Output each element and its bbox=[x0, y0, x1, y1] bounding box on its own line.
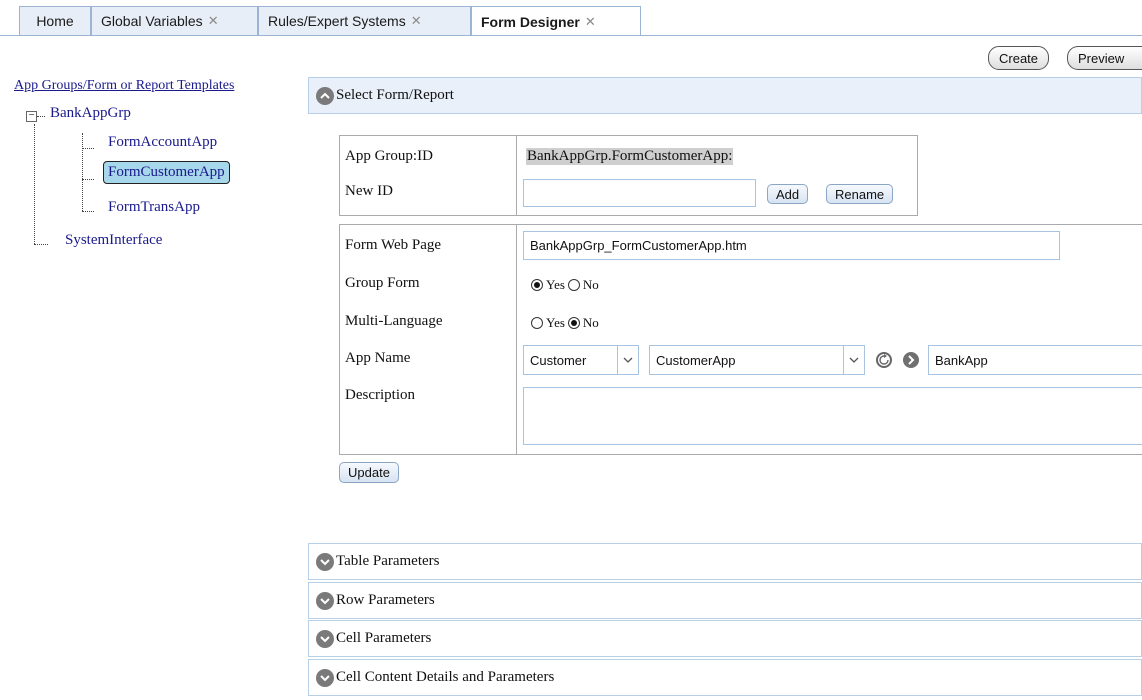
preview-button[interactable]: Preview bbox=[1067, 46, 1142, 70]
section-table-parameters[interactable]: Table Parameters bbox=[308, 543, 1142, 580]
app-group-id-label: App Group:ID bbox=[345, 148, 433, 164]
tree-connector bbox=[37, 116, 45, 117]
group-form-radio: Yes No bbox=[528, 277, 599, 293]
radio-yes-label: Yes bbox=[546, 277, 565, 292]
app-name-select-app[interactable]: CustomerApp bbox=[649, 345, 865, 375]
panel-divider bbox=[516, 135, 517, 216]
multi-language-label: Multi-Language bbox=[345, 313, 443, 329]
select-value: CustomerApp bbox=[656, 352, 736, 368]
tree-connector bbox=[82, 179, 94, 180]
chevron-down-icon bbox=[843, 346, 864, 374]
tree-node-bankappgrp[interactable]: BankAppGrp bbox=[50, 105, 131, 122]
section-title: Cell Content Details and Parameters bbox=[336, 669, 555, 685]
new-id-input[interactable] bbox=[523, 179, 756, 207]
rename-button[interactable]: Rename bbox=[826, 184, 894, 204]
radio-no[interactable] bbox=[567, 317, 580, 329]
create-button-label: Create bbox=[999, 50, 1039, 66]
app-group-id-value: BankAppGrp.FormCustomerApp: bbox=[526, 148, 734, 165]
new-id-label: New ID bbox=[345, 183, 393, 199]
add-button[interactable]: Add bbox=[767, 184, 809, 204]
tab-label: Rules/Expert Systems bbox=[268, 13, 406, 29]
chevron-down-icon bbox=[316, 629, 334, 648]
tab-label: Home bbox=[36, 13, 74, 29]
group-form-label: Group Form bbox=[345, 275, 420, 291]
tree-connector bbox=[82, 148, 94, 149]
section-row-parameters[interactable]: Row Parameters bbox=[308, 582, 1142, 619]
tree-node-formcustomerapp[interactable]: FormCustomerApp bbox=[103, 161, 230, 184]
tab-global-variables[interactable]: Global Variables ✕ bbox=[91, 6, 258, 35]
tab-rules-expert-systems[interactable]: Rules/Expert Systems ✕ bbox=[258, 6, 471, 35]
app-name-input[interactable]: BankApp bbox=[928, 345, 1142, 375]
tree-connector bbox=[34, 244, 48, 245]
chevron-up-icon bbox=[316, 86, 334, 105]
chevron-down-icon bbox=[617, 346, 638, 374]
rename-button-label: Rename bbox=[835, 186, 885, 202]
create-button[interactable]: Create bbox=[988, 46, 1050, 70]
tree-connector bbox=[34, 124, 35, 244]
section-title: Select Form/Report bbox=[336, 87, 454, 103]
tab-form-designer[interactable]: Form Designer ✕ bbox=[471, 6, 641, 36]
add-button-label: Add bbox=[776, 186, 800, 202]
section-title: Cell Parameters bbox=[336, 630, 432, 646]
close-icon[interactable]: ✕ bbox=[208, 13, 219, 29]
chevron-down-icon bbox=[316, 552, 334, 571]
chevron-down-icon bbox=[316, 668, 334, 687]
close-icon[interactable]: ✕ bbox=[585, 14, 596, 30]
tab-home[interactable]: Home bbox=[19, 6, 91, 35]
tree-node-formtransapp[interactable]: FormTransApp bbox=[108, 199, 200, 216]
panel-divider bbox=[516, 224, 517, 455]
template-tree: App Groups/Form or Report Templates − Ba… bbox=[14, 78, 304, 278]
section-select-form-header[interactable]: Select Form/Report bbox=[308, 77, 1142, 114]
radio-yes[interactable] bbox=[531, 279, 543, 291]
close-icon[interactable]: ✕ bbox=[411, 13, 422, 29]
radio-no[interactable] bbox=[567, 279, 580, 291]
tab-bar: Home Global Variables ✕ Rules/Expert Sys… bbox=[0, 0, 1142, 36]
preview-button-label: Preview bbox=[1078, 50, 1125, 66]
tab-strip-line bbox=[0, 35, 1142, 36]
tree-root-link[interactable]: App Groups/Form or Report Templates bbox=[14, 78, 234, 94]
update-button-label: Update bbox=[348, 465, 390, 480]
radio-yes[interactable] bbox=[531, 317, 543, 329]
tree-connector bbox=[82, 211, 94, 212]
tab-label: Global Variables bbox=[101, 13, 203, 29]
tree-node-formaccountapp[interactable]: FormAccountApp bbox=[108, 134, 217, 151]
description-label: Description bbox=[345, 387, 415, 403]
refresh-icon[interactable] bbox=[876, 352, 892, 368]
app-name-select-type[interactable]: Customer bbox=[523, 345, 639, 375]
section-cell-content[interactable]: Cell Content Details and Parameters bbox=[308, 659, 1142, 696]
section-cell-parameters[interactable]: Cell Parameters bbox=[308, 620, 1142, 657]
radio-yes-label: Yes bbox=[546, 315, 565, 330]
description-textarea[interactable] bbox=[523, 387, 1142, 445]
update-button[interactable]: Update bbox=[339, 462, 399, 483]
app-name-label: App Name bbox=[345, 350, 411, 366]
tree-connector bbox=[82, 133, 83, 211]
radio-no-label: No bbox=[582, 277, 599, 292]
section-title: Table Parameters bbox=[336, 553, 440, 569]
chevron-down-icon bbox=[316, 591, 334, 610]
select-value: Customer bbox=[530, 352, 587, 368]
section-title: Row Parameters bbox=[336, 592, 435, 608]
tab-label: Form Designer bbox=[481, 13, 580, 30]
web-page-label: Form Web Page bbox=[345, 237, 442, 253]
arrow-right-icon[interactable] bbox=[903, 352, 919, 368]
tree-node-systeminterface[interactable]: SystemInterface bbox=[65, 232, 162, 249]
collapse-icon[interactable]: − bbox=[26, 111, 37, 122]
web-page-input[interactable]: BankAppGrp_FormCustomerApp.htm bbox=[523, 231, 1060, 260]
radio-no-label: No bbox=[582, 315, 599, 330]
multi-language-radio: Yes No bbox=[528, 315, 599, 331]
